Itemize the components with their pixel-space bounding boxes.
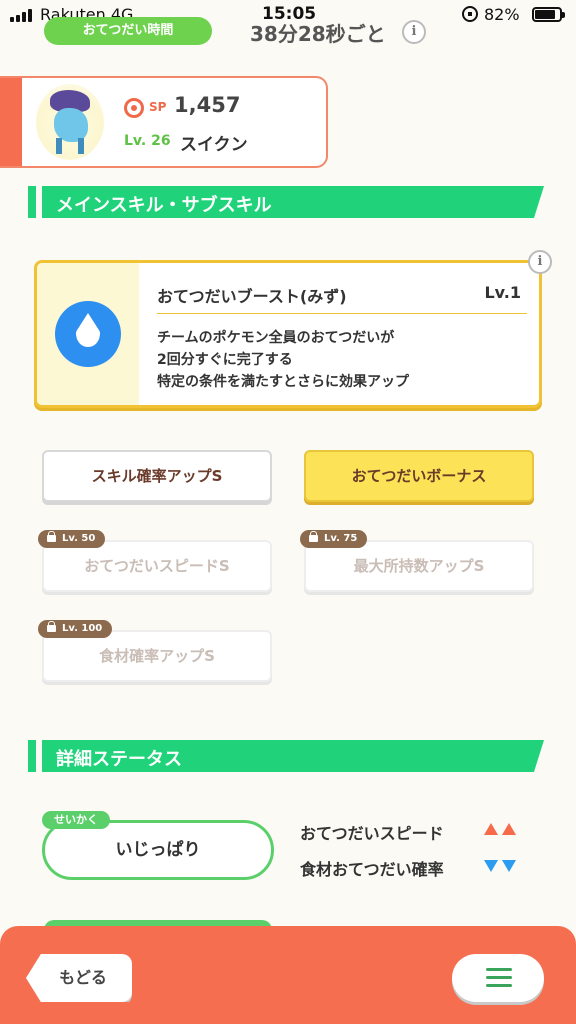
sub-skill-button[interactable]: スキル確率アップS bbox=[42, 450, 272, 502]
main-skill-description: チームのポケモン全員のおてつだいが 2回分すぐに完了する 特定の条件を満たすとさ… bbox=[157, 330, 409, 390]
stat-up-label: おてつだいスピード bbox=[300, 824, 444, 843]
stat-down-label: 食材おてつだい確率 bbox=[300, 860, 444, 879]
card-accent-stripe bbox=[0, 78, 22, 166]
pokemon-level: Lv. 26 bbox=[124, 133, 171, 149]
nature-tag: せいかく bbox=[42, 811, 110, 829]
main-skill-level: Lv.1 bbox=[484, 283, 521, 302]
pokemon-name: スイクン bbox=[180, 135, 248, 155]
sp-icon bbox=[124, 98, 144, 118]
sp-value: 1,457 bbox=[174, 93, 241, 117]
pokemon-card: SP 1,457 Lv. 26 スイクン bbox=[0, 76, 328, 168]
battery-percent: 82% bbox=[484, 5, 520, 24]
battery-icon bbox=[532, 7, 565, 22]
hamburger-menu-icon bbox=[486, 968, 512, 971]
back-button[interactable]: もどる bbox=[26, 954, 132, 1002]
details-section-header: 詳細ステータス bbox=[28, 740, 544, 772]
rotation-lock-icon bbox=[462, 6, 478, 22]
main-skill-info-icon[interactable]: i bbox=[528, 250, 552, 274]
stat-up-arrow-icon bbox=[502, 823, 516, 835]
stat-down-arrow-icon bbox=[484, 860, 498, 872]
lock-icon bbox=[47, 621, 56, 632]
skills-section-title: メインスキル・サブスキル bbox=[56, 195, 272, 216]
pokemon-image bbox=[36, 84, 104, 160]
lock-icon bbox=[309, 531, 318, 542]
menu-button[interactable] bbox=[452, 954, 544, 1002]
main-skill-card[interactable]: おてつだいブースト(みず) Lv.1 チームのポケモン全員のおてつだいが 2回分… bbox=[34, 260, 542, 408]
help-time-label: おてつだい時間 bbox=[44, 17, 212, 45]
stat-up-arrow-icon bbox=[484, 823, 498, 835]
signal-icon bbox=[10, 9, 32, 22]
unlock-level-tag: Lv. 50 bbox=[38, 530, 106, 548]
nature-value[interactable]: いじっぱり bbox=[42, 820, 274, 880]
skills-section-header: メインスキル・サブスキル bbox=[28, 186, 544, 218]
water-drop-icon bbox=[55, 301, 121, 367]
unlock-level-tag: Lv. 100 bbox=[38, 620, 113, 638]
details-section-title: 詳細ステータス bbox=[56, 749, 182, 770]
help-time-info-icon[interactable]: i bbox=[402, 20, 426, 44]
lock-icon bbox=[47, 531, 56, 542]
divider bbox=[157, 313, 527, 314]
main-skill-name: おてつだいブースト(みず) bbox=[157, 287, 347, 306]
help-time-value: 38分28秒ごと bbox=[250, 22, 386, 46]
sub-skill-button[interactable]: おてつだいボーナス bbox=[304, 450, 534, 502]
sp-label: SP bbox=[149, 100, 167, 114]
unlock-level-tag: Lv. 75 bbox=[300, 530, 368, 548]
stat-down-arrow-icon bbox=[502, 860, 516, 872]
